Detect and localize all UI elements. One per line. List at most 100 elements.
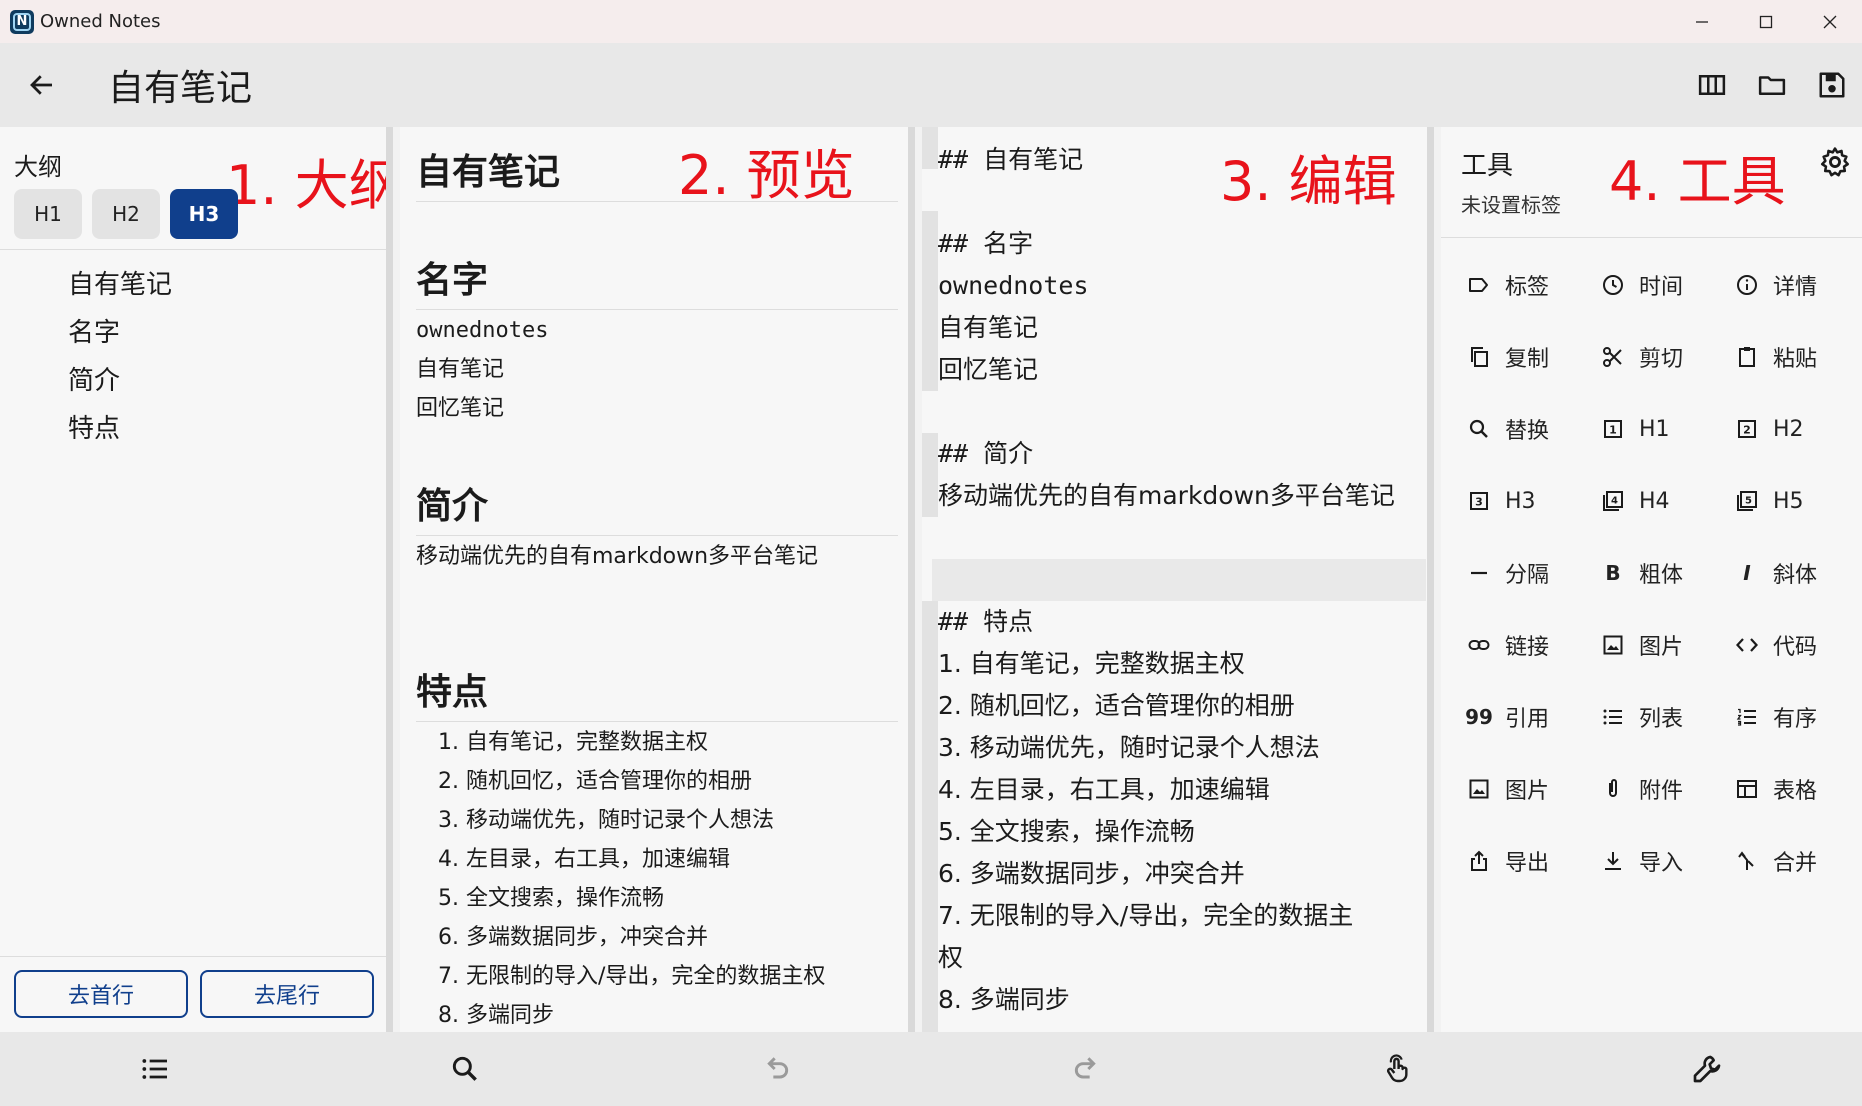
editor-line[interactable]: ## 名字 [938, 223, 1033, 265]
image-icon [1599, 631, 1627, 659]
tool-h1-button[interactable]: 1 H1 [1589, 393, 1723, 465]
tool-label: 附件 [1639, 779, 1684, 804]
tools-title: 工具 [1461, 151, 1514, 181]
redo-button[interactable] [1062, 1044, 1112, 1094]
tool-label: 图片 [1639, 635, 1684, 660]
svg-text:1: 1 [1609, 424, 1617, 437]
merge-icon [1733, 847, 1761, 875]
minimize-button[interactable] [1670, 0, 1734, 43]
search-button[interactable] [440, 1044, 490, 1094]
back-button[interactable] [20, 63, 64, 107]
list-item: 3. 移动端优先，随时记录个人想法 [438, 808, 774, 833]
editor-line[interactable]: 8. 多端同步 [938, 979, 1070, 1021]
outline-annotation: 1. 大纲 [226, 154, 393, 217]
editor-line[interactable]: ## 简介 [938, 433, 1033, 475]
minimize-icon [1696, 20, 1708, 23]
tool-label: 引用 [1505, 707, 1550, 732]
tool-import-button[interactable]: 导入 [1589, 825, 1723, 897]
tool-h5-button[interactable]: 5 H5 [1723, 465, 1857, 537]
tool-cut-button[interactable]: 剪切 [1589, 321, 1723, 393]
editor-line[interactable]: 回忆笔记 [938, 349, 1038, 391]
open-folder-button[interactable] [1742, 55, 1802, 115]
folder-icon [1758, 76, 1786, 95]
outline-level-h2-button[interactable]: H2 [92, 189, 160, 239]
tool-details-button[interactable]: 详情 [1723, 249, 1857, 321]
tool-label: 粘贴 [1773, 347, 1818, 372]
outline-level-h3-button[interactable]: H3 [170, 189, 238, 239]
tool-h3-button[interactable]: 3 H3 [1455, 465, 1589, 537]
tool-merge-button[interactable]: 合并 [1723, 825, 1857, 897]
editor-line[interactable]: ownednotes [938, 265, 1089, 307]
tool-export-button[interactable]: 导出 [1455, 825, 1589, 897]
outline-item[interactable]: 名字 [68, 309, 172, 357]
list-item: 2. 随机回忆，适合管理你的相册 [438, 769, 752, 794]
outline-item[interactable]: 特点 [68, 405, 172, 453]
tool-copy-button[interactable]: 复制 [1455, 321, 1589, 393]
tool-label: 链接 [1505, 635, 1550, 660]
tool-image-button[interactable]: 图片 [1589, 609, 1723, 681]
tool-quote-button[interactable]: 99 引用 [1455, 681, 1589, 753]
tags-status[interactable]: 未设置标签 [1461, 189, 1561, 218]
tool-list-button[interactable]: 列表 [1589, 681, 1723, 753]
editor-line[interactable]: 移动端优先的自有markdown多平台笔记 [938, 475, 1395, 517]
editor-line[interactable]: 3. 移动端优先，随时记录个人想法 [938, 727, 1320, 769]
wrench-icon [1693, 1055, 1721, 1083]
tool-h4-button[interactable]: 4 H4 [1589, 465, 1723, 537]
tool-link-button[interactable]: 链接 [1455, 609, 1589, 681]
svg-text:5: 5 [1745, 496, 1752, 507]
editor-line[interactable]: 7. 无限制的导入/导出，完全的数据主 [938, 895, 1353, 937]
tool-replace-button[interactable]: 替换 [1455, 393, 1589, 465]
link-icon [1465, 631, 1493, 659]
close-icon [1823, 15, 1837, 28]
tools-annotation: 4. 工具 [1609, 150, 1786, 213]
editor-annotation: 3. 编辑 [1220, 150, 1397, 213]
undo-button[interactable] [751, 1044, 801, 1094]
current-line-highlight [932, 559, 1426, 601]
tool-italic-button[interactable]: I 斜体 [1723, 537, 1857, 609]
save-button[interactable] [1802, 55, 1862, 115]
tool-image-button-2[interactable]: 图片 [1455, 753, 1589, 825]
editor-line[interactable]: ## 特点 [938, 601, 1033, 643]
layout-columns-button[interactable] [1682, 55, 1742, 115]
app-bar: 自有笔记 [0, 43, 1862, 127]
tool-attachment-button[interactable]: 附件 [1589, 753, 1723, 825]
tool-h2-button[interactable]: 2 H2 [1723, 393, 1857, 465]
image-icon [1465, 775, 1493, 803]
tool-table-button[interactable]: 表格 [1723, 753, 1857, 825]
tool-paste-button[interactable]: 粘贴 [1723, 321, 1857, 393]
outline-level-h1-button[interactable]: H1 [14, 189, 82, 239]
close-window-button[interactable] [1798, 0, 1862, 43]
editor-line[interactable]: 1. 自有笔记，完整数据主权 [938, 643, 1245, 685]
editor-line[interactable]: 自有笔记 [938, 307, 1038, 349]
tool-ordered-list-button[interactable]: 有序 [1723, 681, 1857, 753]
toggle-outline-button[interactable] [130, 1044, 180, 1094]
editor-line[interactable]: 4. 左目录，右工具，加速编辑 [938, 769, 1270, 811]
outline-item[interactable]: 自有笔记 [68, 261, 172, 309]
tool-time-button[interactable]: 时间 [1589, 249, 1723, 321]
import-icon [1599, 847, 1627, 875]
go-first-line-button[interactable]: 去首行 [14, 970, 188, 1018]
editor-line[interactable]: 2. 随机回忆，适合管理你的相册 [938, 685, 1295, 727]
editor-line[interactable]: 6. 多端数据同步，冲突合并 [938, 853, 1245, 895]
tool-code-button[interactable]: 代码 [1723, 609, 1857, 681]
editor-line[interactable]: 5. 全文搜索，操作流畅 [938, 811, 1195, 853]
go-last-line-button[interactable]: 去尾行 [200, 970, 374, 1018]
preview-ordered-list: 1. 自有笔记，完整数据主权 2. 随机回忆，适合管理你的相册 3. 移动端优先… [416, 723, 898, 1032]
outline-item[interactable]: 简介 [68, 357, 172, 405]
undo-icon [767, 1057, 789, 1079]
editor-panel[interactable]: 3. 编辑 ## 自有笔记 ## 名字 ownednotes 自有笔记 回忆笔记… [922, 127, 1434, 1032]
touch-mode-button[interactable] [1372, 1044, 1422, 1094]
horizontal-rule-icon [1465, 559, 1493, 587]
editor-line[interactable]: 权 [938, 937, 963, 979]
gear-icon[interactable] [1818, 145, 1852, 179]
preview-panel: 2. 预览 自有笔记 名字 ownednotes 自有笔记 回忆笔记 简介 移动… [400, 127, 915, 1032]
tool-tag-button[interactable]: 标签 [1455, 249, 1589, 321]
editor-line[interactable]: ## 自有笔记 [938, 139, 1083, 181]
scissors-icon [1599, 343, 1627, 371]
maximize-button[interactable] [1734, 0, 1798, 43]
svg-text:4: 4 [1611, 496, 1618, 507]
tool-bold-button[interactable]: B 粗体 [1589, 537, 1723, 609]
tool-divider-button[interactable]: 分隔 [1455, 537, 1589, 609]
tag-icon [1465, 271, 1493, 299]
toggle-tools-button[interactable] [1682, 1044, 1732, 1094]
